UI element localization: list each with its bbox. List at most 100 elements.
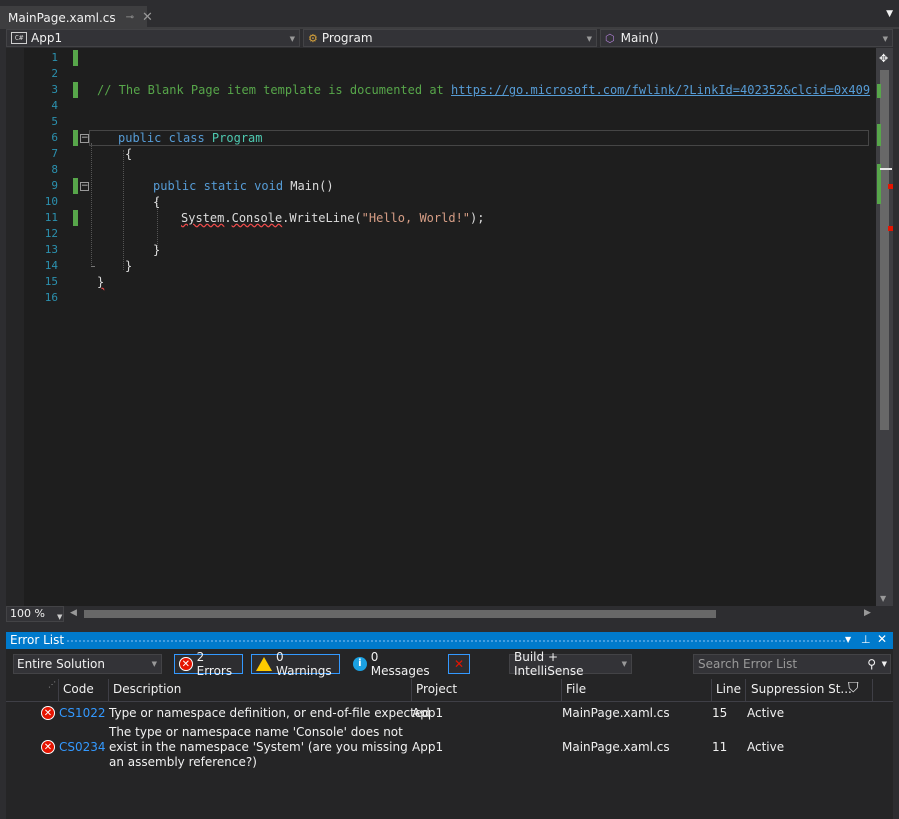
code-line-10: { <box>153 195 161 209</box>
column-separator <box>872 679 873 701</box>
chevron-down-icon: ▼ <box>57 613 63 621</box>
search-error-list-input[interactable]: Search Error List ⚲ ▼ <box>693 654 891 674</box>
change-marker <box>73 50 78 66</box>
code-line-9: public static void Main() <box>153 178 334 194</box>
column-separator <box>108 679 109 701</box>
scroll-down-icon[interactable]: ▼ <box>880 594 886 603</box>
build-filter-label: Build + IntelliSense <box>514 650 584 678</box>
errors-filter-button[interactable]: ✕ 2 Errors <box>174 650 243 678</box>
scroll-left-icon[interactable]: ◀ <box>70 608 77 618</box>
class-name: Program <box>211 131 263 145</box>
build-filter-dropdown[interactable]: Build + IntelliSense ▼ <box>509 650 632 678</box>
column-header-description[interactable]: Description <box>113 682 181 696</box>
comment-text: // The Blank Page item template is docum… <box>97 83 452 97</box>
pin-icon[interactable]: ⊥ <box>861 633 871 646</box>
class-icon: ⚙ <box>308 31 318 45</box>
line-number: 9 <box>51 179 58 192</box>
scroll-change-marker <box>877 84 881 98</box>
member-dropdown[interactable]: ⬡ Main() ▼ <box>600 29 893 47</box>
titlebar-grip <box>66 639 846 643</box>
column-header-project[interactable]: Project <box>416 682 457 696</box>
table-row[interactable]: ✕ CS1022 Type or namespace definition, o… <box>6 703 893 725</box>
window-menu-icon[interactable]: ▼ <box>845 635 851 644</box>
line-number: 4 <box>51 99 58 112</box>
error-list-title: Error List <box>10 633 65 647</box>
warning-icon <box>256 657 272 671</box>
warnings-filter-button[interactable]: 0 Warnings <box>251 650 340 678</box>
method-icon: ⬡ <box>605 31 615 45</box>
error-squiggle[interactable]: } <box>97 275 104 289</box>
line-number: 12 <box>44 227 58 240</box>
column-separator <box>711 679 712 701</box>
horizontal-scroll-thumb[interactable] <box>84 610 716 618</box>
line-number: 6 <box>51 131 58 144</box>
vertical-scroll-thumb[interactable] <box>880 70 889 430</box>
close-icon[interactable]: ✕ <box>877 632 887 646</box>
fold-guide <box>91 143 92 267</box>
scope-dropdown[interactable]: Entire Solution ▼ <box>13 654 162 674</box>
column-separator <box>745 679 746 701</box>
table-row[interactable]: ✕ CS0234 The type or namespace name 'Con… <box>6 724 893 772</box>
column-separator <box>58 679 59 701</box>
chevron-down-icon: ▼ <box>151 660 157 668</box>
column-header-suppression[interactable]: Suppression St... <box>751 682 852 696</box>
column-separator <box>561 679 562 701</box>
change-marker <box>73 130 78 146</box>
navigation-bar: C# App1 ▼ ⚙ Program ▼ ⬡ Main() ▼ <box>0 29 899 48</box>
collapse-icon[interactable]: − <box>80 134 89 143</box>
error-squiggle[interactable]: System <box>181 211 224 225</box>
error-description: The type or namespace name 'Console' doe… <box>109 725 408 769</box>
chevron-down-icon: ▼ <box>882 35 888 43</box>
change-marker <box>73 210 78 226</box>
filter-icon[interactable]: ⛉ <box>848 680 859 696</box>
chevron-down-icon[interactable]: ▼ <box>882 660 887 668</box>
line-number: 1 <box>51 51 58 64</box>
chevron-down-icon[interactable]: ▼ <box>886 9 893 19</box>
string-literal: "Hello, World!" <box>361 211 471 225</box>
column-header-line[interactable]: Line <box>716 682 741 696</box>
error-code-link[interactable]: CS1022 <box>59 706 106 721</box>
column-header-file[interactable]: File <box>566 682 586 696</box>
code-line-3: // The Blank Page item template is docum… <box>97 82 870 98</box>
keyword: public static void <box>153 179 291 193</box>
scroll-change-marker <box>877 124 881 146</box>
error-list-titlebar: Error List ▼ ⊥ ✕ <box>6 632 893 649</box>
document-tab[interactable]: MainPage.xaml.cs ⊸ ✕ <box>0 6 153 28</box>
scroll-right-icon[interactable]: ▶ <box>864 608 871 618</box>
error-description: Type or namespace definition, or end-of-… <box>109 706 430 720</box>
project-dropdown[interactable]: C# App1 ▼ <box>6 29 300 47</box>
class-dropdown[interactable]: ⚙ Program ▼ <box>303 29 597 47</box>
change-marker <box>73 178 78 194</box>
error-code-link[interactable]: CS0234 <box>59 740 106 755</box>
pin-icon[interactable]: ⊸ <box>126 12 134 23</box>
document-tab-title: MainPage.xaml.cs <box>8 10 116 25</box>
code-dot: . <box>224 211 232 225</box>
column-header-code[interactable]: Code <box>63 682 94 696</box>
collapse-icon[interactable]: − <box>80 182 89 191</box>
split-editor-icon[interactable]: ✥ <box>879 52 888 65</box>
clear-filter-button[interactable]: ✕ <box>448 654 470 674</box>
method-name: Main() <box>290 179 334 193</box>
fold-guide-end <box>91 266 95 267</box>
class-dropdown-label: Program <box>321 31 373 45</box>
error-icon: ✕ <box>41 740 55 754</box>
chevron-down-icon: ▼ <box>621 660 627 668</box>
close-icon[interactable]: ✕ <box>142 10 153 25</box>
line-number: 11 <box>44 211 58 224</box>
search-icon[interactable]: ⚲ <box>867 657 876 671</box>
zoom-dropdown[interactable]: 100 % ▼ <box>6 606 64 622</box>
messages-count-label: 0 Messages <box>370 650 430 678</box>
code-line-14: } <box>125 259 133 273</box>
line-number: 13 <box>44 243 58 256</box>
caret-position-marker <box>880 168 892 170</box>
error-line: 15 <box>712 706 728 720</box>
line-number: 14 <box>44 259 58 272</box>
sort-icon[interactable]: ⋰ <box>48 680 56 689</box>
project-dropdown-label: App1 <box>31 31 63 45</box>
fwlink-link[interactable]: https://go.microsoft.com/fwlink/?LinkId=… <box>451 83 870 97</box>
messages-filter-button[interactable]: i0 Messages <box>349 650 440 678</box>
error-squiggle[interactable]: Console <box>232 211 283 225</box>
line-number: 15 <box>44 275 58 288</box>
info-icon: i <box>353 657 367 671</box>
change-marker <box>73 82 78 98</box>
